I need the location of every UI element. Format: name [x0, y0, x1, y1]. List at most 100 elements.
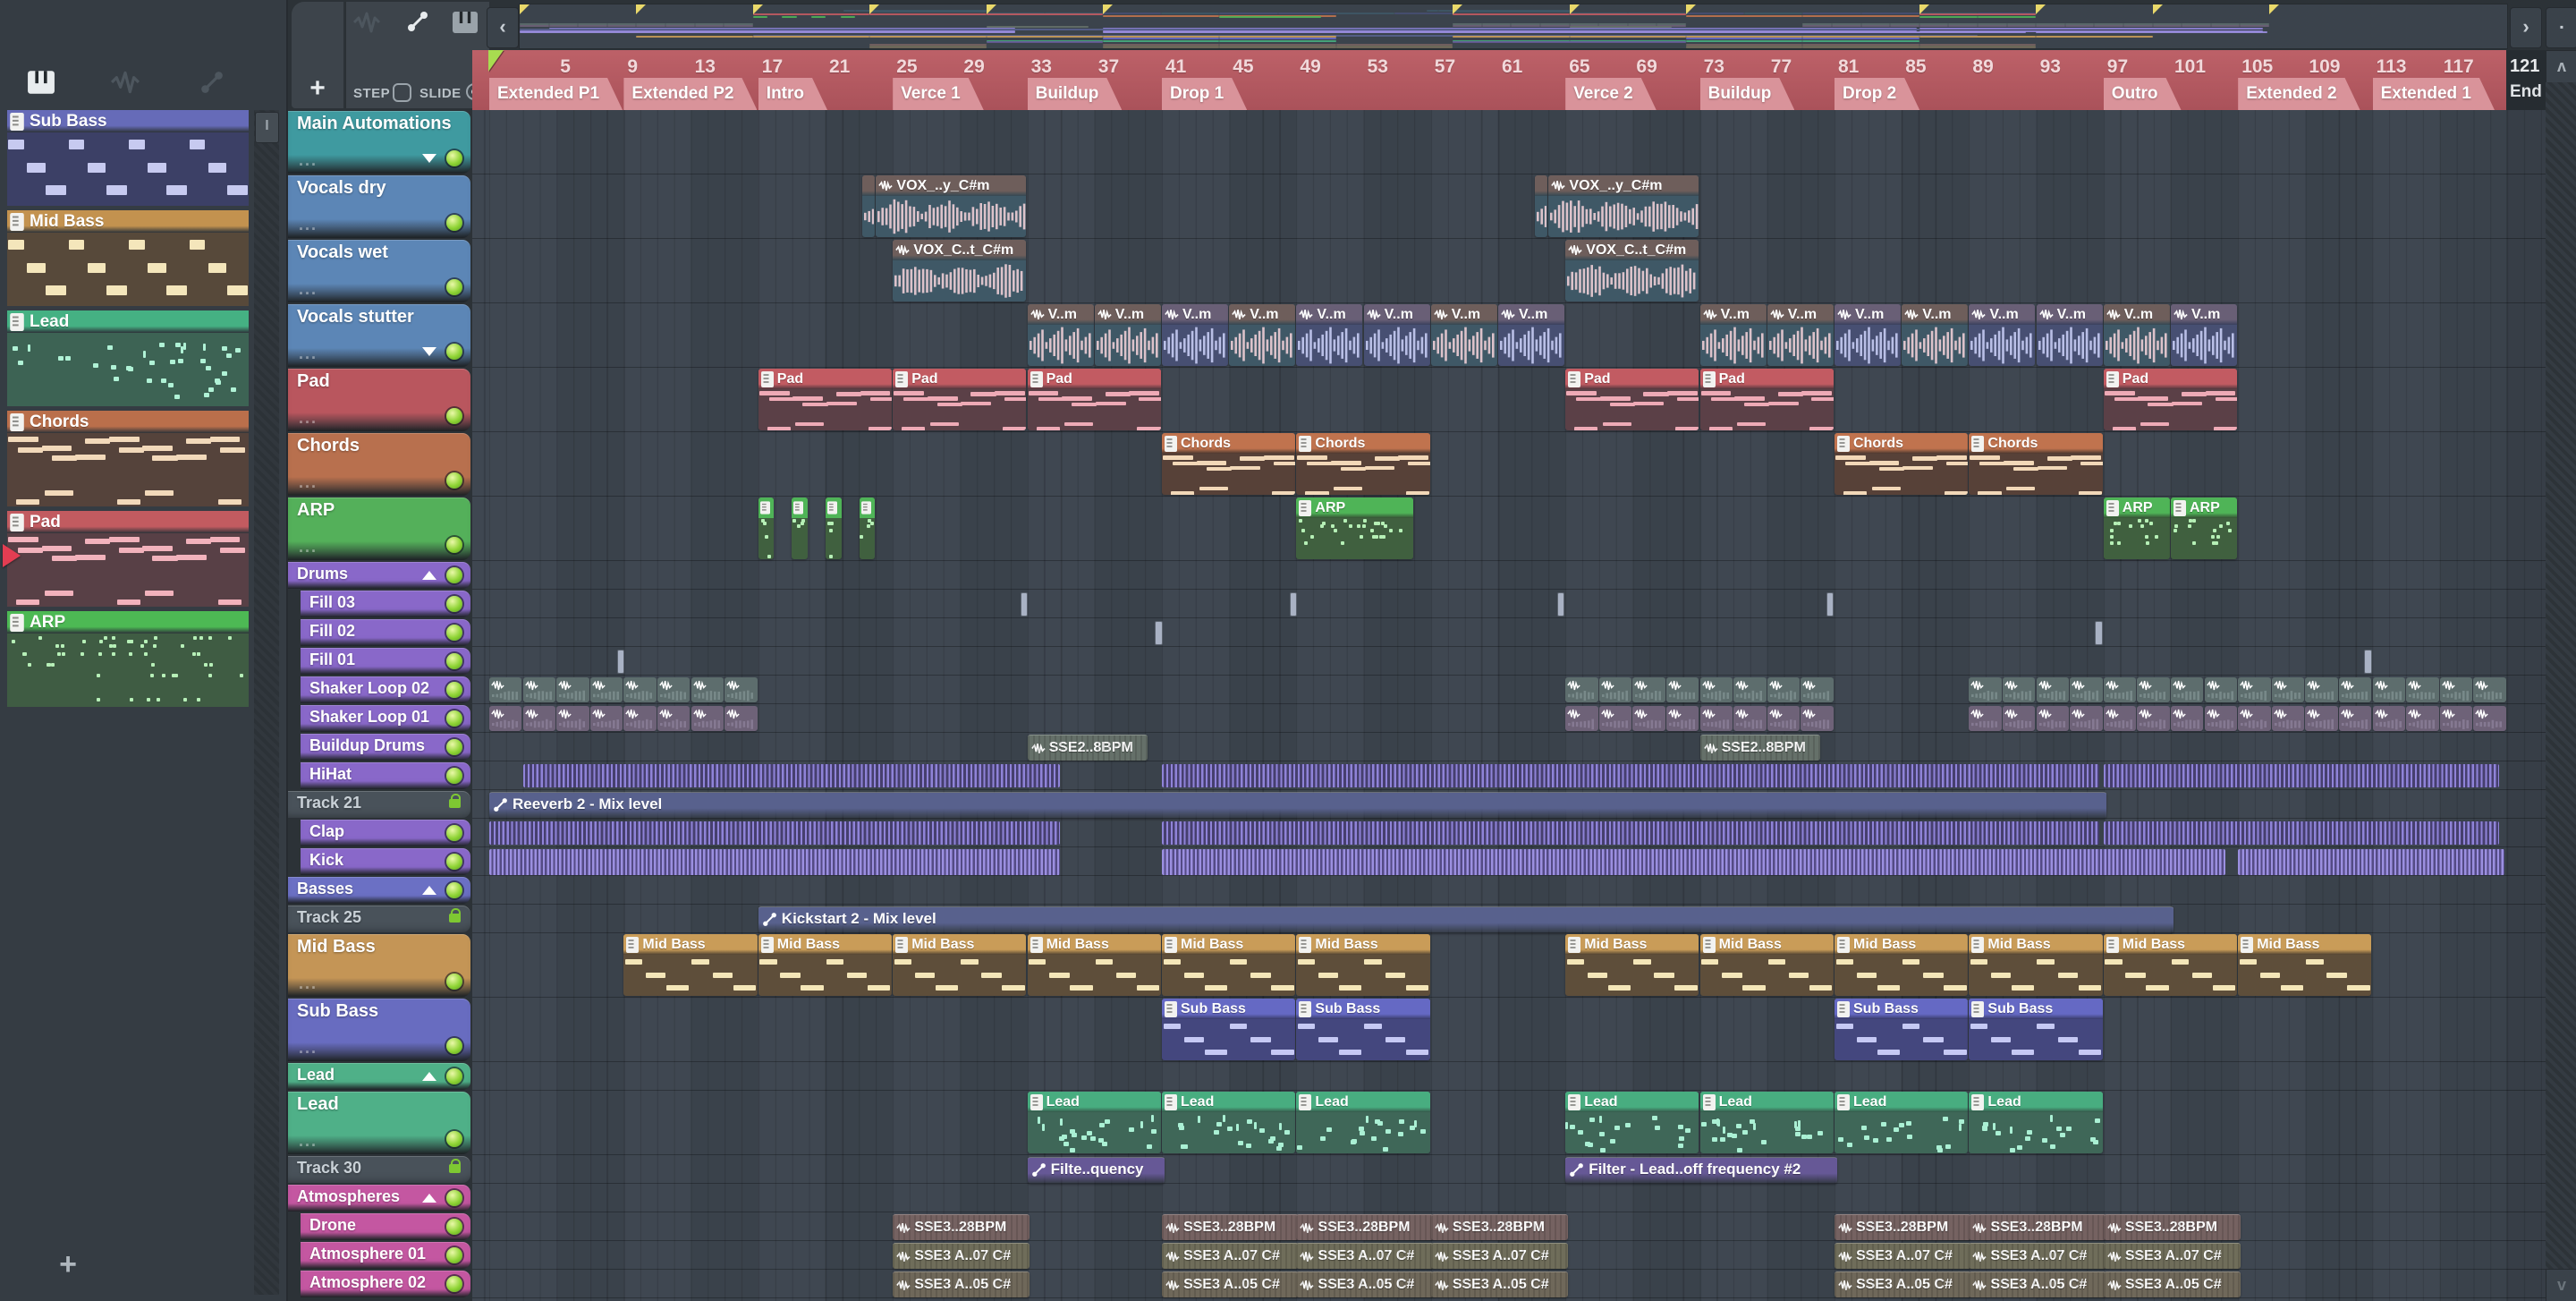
clip-Filte..quency[interactable]: Filte..quency	[1027, 1157, 1165, 1184]
track-lane[interactable]	[472, 1062, 2546, 1091]
track-mute-led[interactable]	[446, 596, 462, 612]
clip-VOX_..y_C#m[interactable]: VOX_..y_C#m	[876, 175, 1027, 237]
clip-VOX_..y_C#m[interactable]: VOX_..y_C#m	[1548, 175, 1699, 237]
scroll-down-button[interactable]: v	[2546, 1269, 2576, 1301]
clip-stripes[interactable]	[522, 764, 1060, 787]
clip-mini[interactable]	[489, 677, 522, 702]
clip-mini[interactable]	[2036, 706, 2069, 731]
track-header-atmosphere-01[interactable]: Atmosphere 01	[301, 1242, 470, 1269]
clip-mini[interactable]	[623, 706, 657, 731]
clip-SSE3 A..05 C#[interactable]: SSE3 A..05 C#	[1430, 1271, 1568, 1297]
track-header-kick[interactable]: Kick	[301, 848, 470, 875]
clip-stripes[interactable]	[489, 849, 1060, 875]
track-mute-led[interactable]	[446, 408, 462, 424]
track-mute-led[interactable]	[446, 150, 462, 166]
clip-stripes[interactable]	[1162, 821, 2099, 845]
clip-mini[interactable]	[2103, 706, 2137, 731]
clip-V..m[interactable]: V..m	[2171, 304, 2237, 366]
track-mute-led[interactable]	[446, 882, 462, 898]
clip-SSE3..28BPM[interactable]: SSE3..28BPM	[1969, 1214, 2106, 1240]
clip-mini[interactable]	[691, 677, 724, 702]
clip-mini[interactable]	[2372, 677, 2405, 702]
track-lane[interactable]	[472, 174, 2546, 239]
clip-mini[interactable]	[724, 706, 758, 731]
clip-Mid Bass[interactable]: Mid Bass	[2238, 934, 2372, 996]
track-header-fill-03[interactable]: Fill 03	[301, 591, 470, 617]
waveform-tool-icon[interactable]	[111, 70, 140, 99]
track-header-vocals-stutter[interactable]: Vocals stutter...	[288, 304, 470, 367]
clip-SSE3 A..05 C#[interactable]: SSE3 A..05 C#	[2103, 1271, 2241, 1297]
clip-stripes[interactable]	[2238, 849, 2504, 875]
section-marker-extended-2[interactable]: Extended 2	[2238, 78, 2360, 110]
clip-pattern[interactable]	[792, 497, 808, 559]
clip-Lead[interactable]: Lead	[1969, 1092, 2103, 1153]
track-lane[interactable]	[472, 733, 2546, 761]
clip-V..m[interactable]: V..m	[1363, 304, 1430, 366]
clip-Sub Bass[interactable]: Sub Bass	[1835, 999, 1969, 1060]
track-header-hihat[interactable]: HiHat	[301, 762, 470, 789]
clip-mini[interactable]	[556, 706, 589, 731]
section-marker-extended-1[interactable]: Extended 1	[2373, 78, 2495, 110]
track-header-lead[interactable]: Lead	[288, 1063, 470, 1090]
clip-SSE3 A..05 C#[interactable]: SSE3 A..05 C#	[1969, 1271, 2106, 1297]
track-mute-led[interactable]	[446, 625, 462, 641]
track-lane[interactable]	[472, 110, 2546, 174]
clip-mini[interactable]	[1969, 677, 2002, 702]
clip-Lead[interactable]: Lead	[1699, 1092, 1834, 1153]
track-header-vocals-wet[interactable]: Vocals wet...	[288, 240, 470, 302]
clip-Mid Bass[interactable]: Mid Bass	[1835, 934, 1969, 996]
clip-mini[interactable]	[2439, 677, 2473, 702]
clip-sliver[interactable]	[2364, 650, 2372, 674]
track-lane[interactable]	[472, 998, 2546, 1062]
clip-Lead[interactable]: Lead	[1027, 1092, 1161, 1153]
track-mute-led[interactable]	[446, 215, 462, 231]
clip-mini[interactable]	[1598, 677, 1632, 702]
track-header-fill-01[interactable]: Fill 01	[301, 648, 470, 675]
track-header-vocals-dry[interactable]: Vocals dry...	[288, 175, 470, 238]
track-mute-led[interactable]	[446, 682, 462, 698]
track-mute-led[interactable]	[446, 1247, 462, 1263]
track-header-track-30[interactable]: Track 30	[288, 1156, 470, 1183]
clip-Chords[interactable]: Chords	[1835, 433, 1969, 495]
track-menu-dots[interactable]: ...	[299, 280, 318, 299]
clip-mini[interactable]	[2473, 706, 2506, 731]
track-header-mid-bass[interactable]: Mid Bass...	[288, 934, 470, 997]
clip-mini[interactable]	[556, 677, 589, 702]
clip-SSE3 A..05 C#[interactable]: SSE3 A..05 C#	[1162, 1271, 1300, 1297]
clip-mini[interactable]	[724, 677, 758, 702]
track-lane[interactable]	[472, 590, 2546, 618]
timeline-ruler[interactable]: 5 9 13 17 21 25 29 33 37 41 45 49 53 57 61 65 69 73 77 81 85…	[472, 50, 2506, 112]
clip-mini[interactable]	[2372, 706, 2405, 731]
picker-pattern-mid-bass[interactable]: Mid Bass	[7, 210, 249, 306]
clip-sliver[interactable]	[1289, 592, 1298, 616]
clip-SSE3 A..07 C#[interactable]: SSE3 A..07 C#	[893, 1243, 1030, 1269]
clip-sliver[interactable]	[1021, 592, 1029, 616]
track-mute-led[interactable]	[446, 567, 462, 583]
clip-Mid Bass[interactable]: Mid Bass	[1699, 934, 1834, 996]
clip-mini[interactable]	[589, 677, 623, 702]
vertical-scrollbar[interactable]	[2546, 82, 2576, 1301]
clip-sliver[interactable]	[1556, 592, 1565, 616]
clip-mini[interactable]	[2103, 677, 2137, 702]
clip-SSE3 A..07 C#[interactable]: SSE3 A..07 C#	[1296, 1243, 1434, 1269]
track-menu-dots[interactable]: ...	[299, 974, 318, 993]
clip-mini[interactable]	[1733, 706, 1767, 731]
track-mute-led[interactable]	[446, 279, 462, 295]
track-menu-dots[interactable]: ...	[299, 1132, 318, 1151]
clip-mini[interactable]	[489, 706, 522, 731]
track-mute-led[interactable]	[446, 825, 462, 841]
clip-SSE3 A..05 C#[interactable]: SSE3 A..05 C#	[1835, 1271, 1972, 1297]
clip-mini[interactable]	[2339, 706, 2372, 731]
playlist-minimap[interactable]	[519, 4, 2508, 49]
playlist-grid[interactable]: VOX_..y_C#m VOX_..y_C#m VOX_C..t_C#m VOX_C.…	[472, 110, 2546, 1301]
scroll-left-button[interactable]: ‹	[487, 7, 519, 48]
clip-mini[interactable]	[1801, 677, 1834, 702]
track-lane[interactable]	[472, 432, 2546, 497]
clip-mini[interactable]	[1699, 706, 1733, 731]
clip-pattern[interactable]	[758, 497, 775, 559]
clip-ARP[interactable]: ARP	[2171, 497, 2237, 559]
track-lane[interactable]	[472, 618, 2546, 647]
track-header-clap[interactable]: Clap	[301, 820, 470, 846]
clip-Chords[interactable]: Chords	[1969, 433, 2103, 495]
clip-ARP[interactable]: ARP	[1296, 497, 1413, 559]
